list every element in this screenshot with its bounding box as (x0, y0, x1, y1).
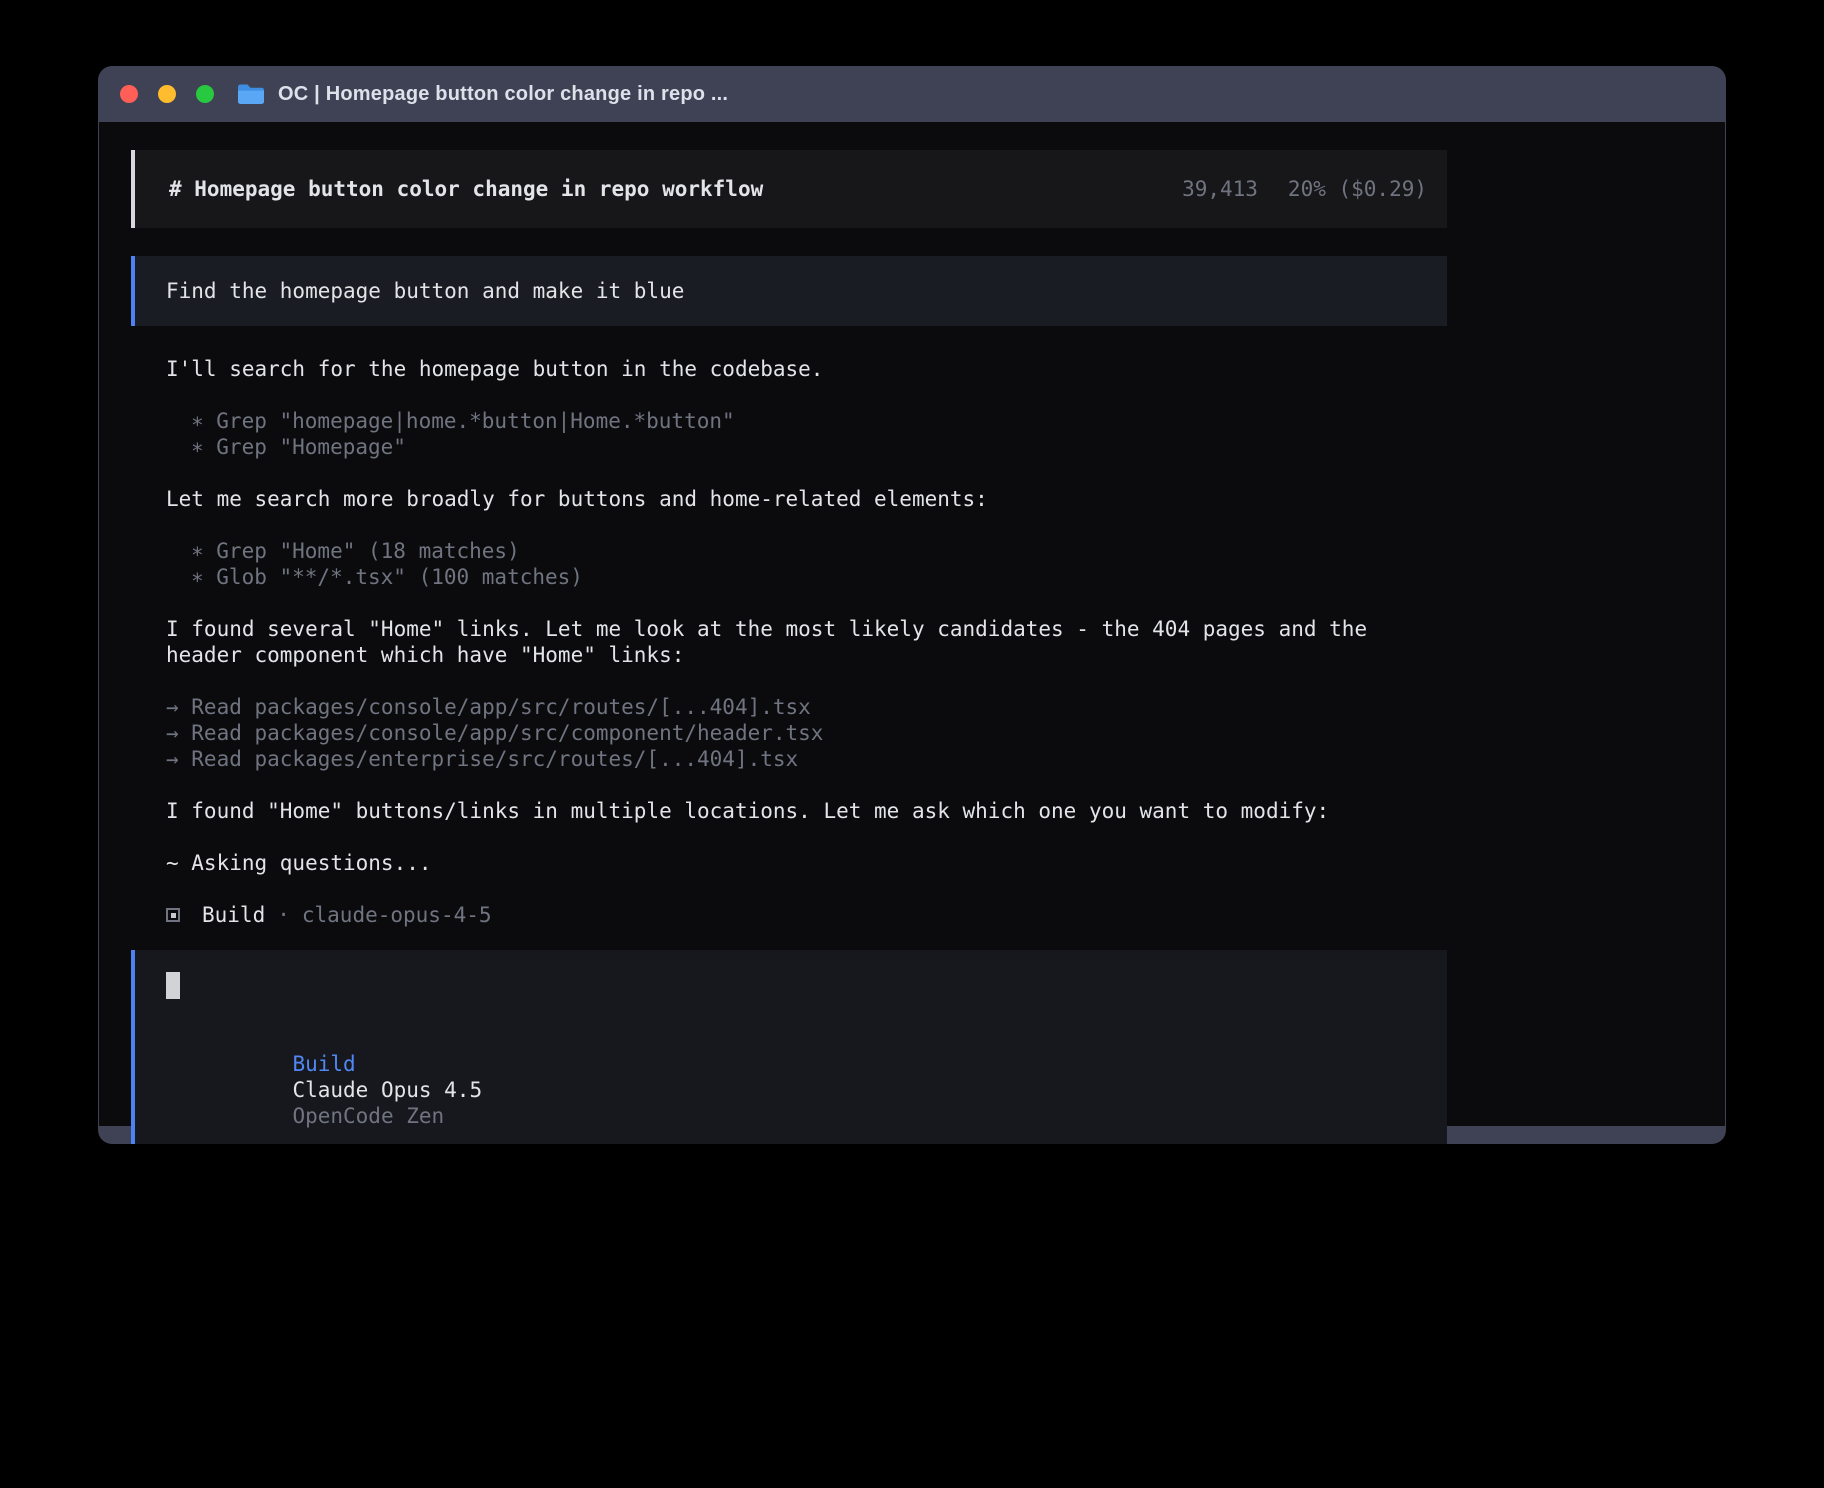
traffic-lights (118, 85, 214, 103)
window-title: OC | Homepage button color change in rep… (278, 83, 728, 106)
title-group: OC | Homepage button color change in rep… (236, 82, 728, 106)
token-count: 39,413 (1182, 177, 1258, 201)
model-name[interactable]: Claude Opus 4.5 (292, 1078, 482, 1102)
titlebar: OC | Homepage button color change in rep… (98, 66, 1726, 122)
terminal-window: OC | Homepage button color change in rep… (98, 66, 1726, 1144)
session-header: # Homepage button color change in repo w… (131, 150, 1447, 228)
status-text: ~ Asking questions... (166, 850, 1447, 876)
close-button[interactable] (120, 85, 138, 103)
assistant-text: I'll search for the homepage button in t… (166, 356, 1447, 382)
tool-read: → Read packages/console/app/src/componen… (166, 720, 1447, 746)
tool-call: ∗ Glob "**/*.tsx" (100 matches) (166, 564, 1447, 590)
session-title: # Homepage button color change in repo w… (169, 176, 763, 202)
provider-name: OpenCode Zen (292, 1104, 444, 1128)
assistant-text: Let me search more broadly for buttons a… (166, 486, 1447, 512)
user-message: Find the homepage button and make it blu… (131, 256, 1447, 326)
session-stats: 39,413 20% ($0.29) (1182, 176, 1427, 202)
mode-label[interactable]: Build (292, 1052, 355, 1076)
tool-call: ∗ Grep "homepage|home.*button|Home.*butt… (166, 408, 1447, 434)
text-cursor (166, 972, 180, 999)
agent-separator: · (277, 902, 290, 928)
conversation: I'll search for the homepage button in t… (131, 356, 1447, 928)
model-row: Build Claude Opus 4.5 OpenCode Zen (166, 1025, 1427, 1144)
minimize-button[interactable] (158, 85, 176, 103)
agent-row: Build · claude-opus-4-5 (166, 902, 1447, 928)
agent-name: Build (202, 902, 265, 928)
context-usage: 20% ($0.29) (1288, 177, 1427, 201)
agent-icon (166, 908, 180, 922)
terminal-content: # Homepage button color change in repo w… (99, 122, 1725, 1126)
tool-call: ∗ Grep "Home" (18 matches) (166, 538, 1447, 564)
tool-read: → Read packages/enterprise/src/routes/[.… (166, 746, 1447, 772)
assistant-text: I found several "Home" links. Let me loo… (166, 616, 1416, 668)
zoom-button[interactable] (196, 85, 214, 103)
folder-icon (236, 82, 266, 106)
agent-model: claude-opus-4-5 (302, 902, 492, 928)
prompt-input[interactable]: Build Claude Opus 4.5 OpenCode Zen (131, 950, 1447, 1144)
assistant-text: I found "Home" buttons/links in multiple… (166, 798, 1447, 824)
tool-read: → Read packages/console/app/src/routes/[… (166, 694, 1447, 720)
user-message-text: Find the homepage button and make it blu… (166, 278, 684, 304)
tool-call: ∗ Grep "Homepage" (166, 434, 1447, 460)
